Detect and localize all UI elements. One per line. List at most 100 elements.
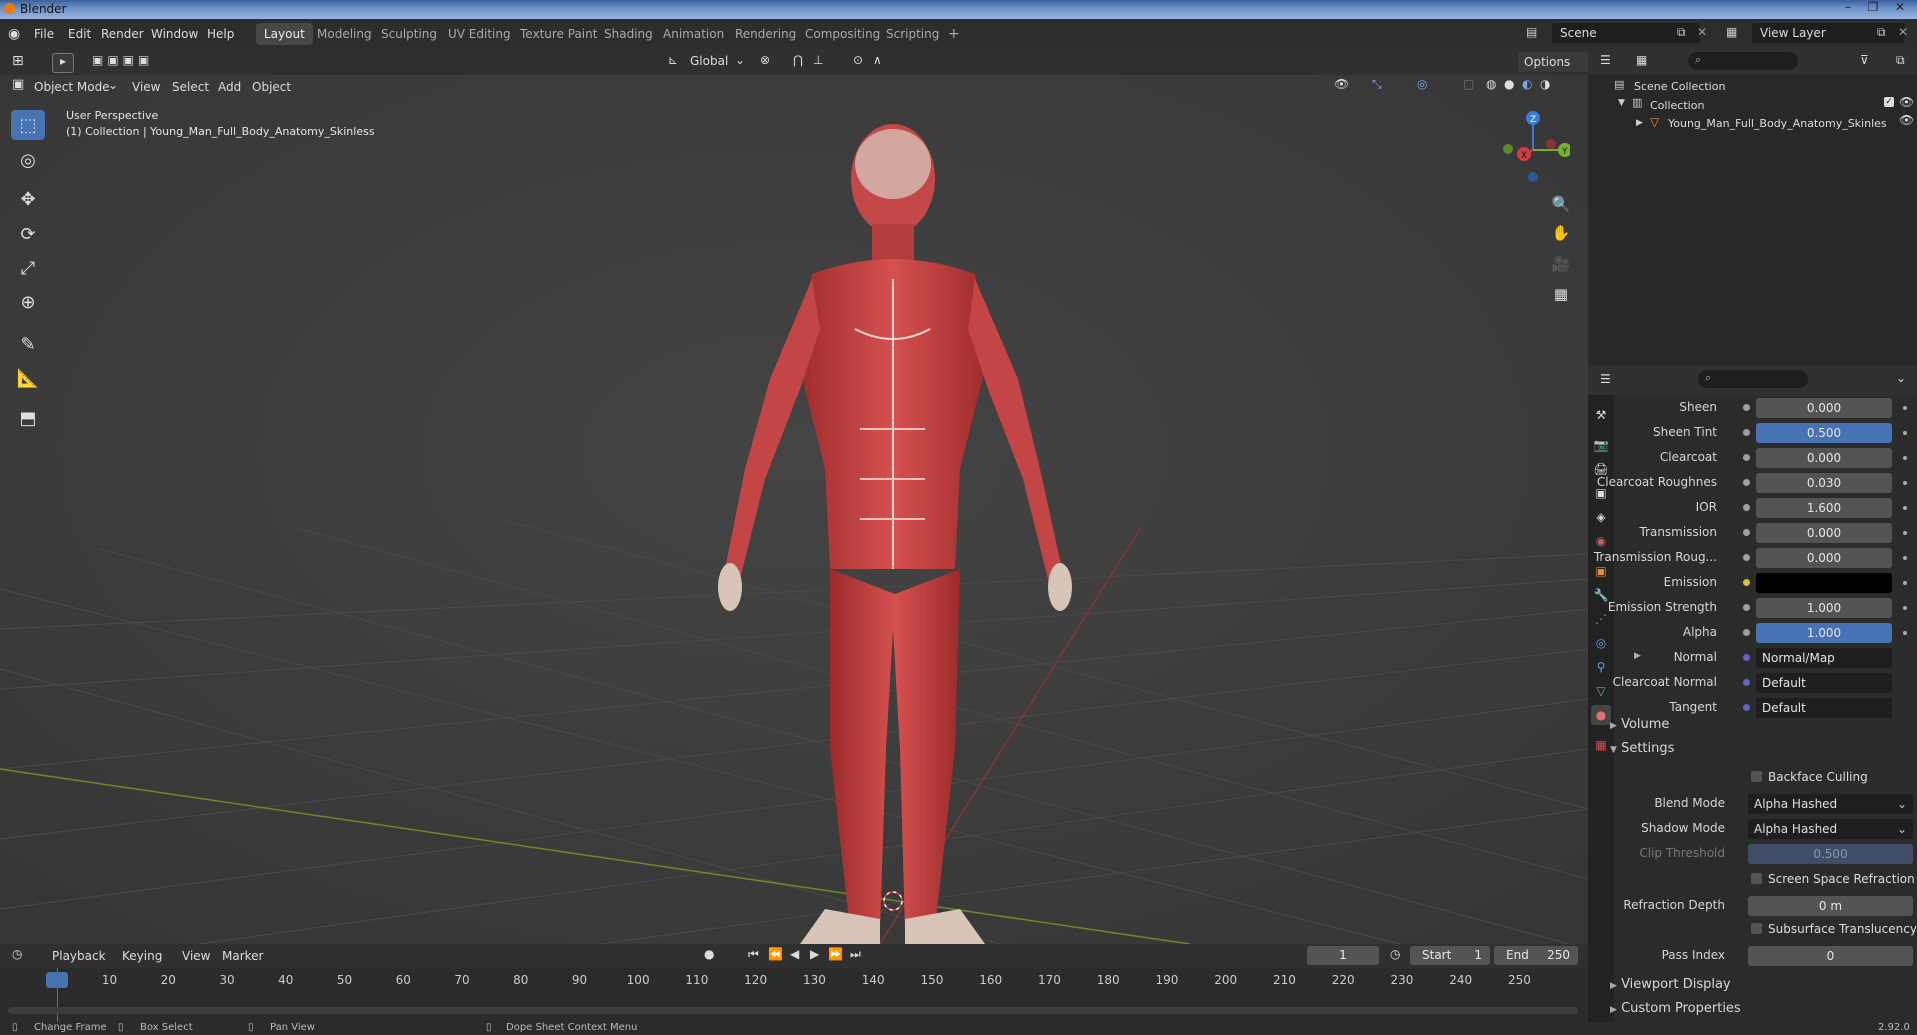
timeline-menu-view[interactable]: View	[182, 949, 210, 963]
tangent-link-field[interactable]: Default	[1756, 698, 1892, 718]
options-button[interactable]: Options	[1518, 52, 1588, 72]
display-mode-icon[interactable]: ▦	[1636, 53, 1647, 67]
viewport-menu-select[interactable]: Select	[172, 80, 209, 94]
properties-search-input[interactable]: ⌕	[1698, 370, 1808, 388]
emission-strength-socket-icon[interactable]	[1743, 604, 1750, 611]
clearcoat-keyframe-icon[interactable]	[1903, 456, 1907, 460]
expand-arrow-icon[interactable]: ▼	[1618, 98, 1625, 108]
normal-link-field[interactable]: Normal/Map	[1756, 648, 1892, 668]
emission-strength-field[interactable]: 1.000	[1756, 598, 1892, 618]
ior-socket-icon[interactable]	[1743, 504, 1750, 511]
sheen-tint-socket-icon[interactable]	[1743, 429, 1750, 436]
subsurface-translucency-checkbox[interactable]	[1751, 923, 1762, 934]
viewport-menu-object[interactable]: Object	[252, 80, 291, 94]
shadow-mode-dropdown[interactable]: Alpha Hashed ⌄	[1748, 819, 1913, 839]
world-tab-icon[interactable]: ◉	[1591, 531, 1611, 551]
transmission-roug-socket-icon[interactable]	[1743, 554, 1750, 561]
menu-help[interactable]: Help	[207, 27, 234, 41]
tab-scripting[interactable]: Scripting	[878, 23, 947, 45]
chevron-down-icon[interactable]: ⌄	[735, 53, 745, 67]
expand-arrow-icon[interactable]: ▶	[1636, 118, 1643, 128]
mode-dropdown[interactable]: Object Mode	[34, 80, 110, 94]
clearcoat-roughnes-field[interactable]: 0.030	[1756, 473, 1892, 493]
texture-tab-icon[interactable]: ▦	[1591, 735, 1611, 755]
volume-panel-header[interactable]: ▶ Volume	[1610, 717, 1669, 732]
timeline-track[interactable]: 1102030405060708090100110120130140150160…	[0, 968, 1588, 1022]
play-reverse-icon[interactable]: ◀	[790, 947, 799, 961]
custom-properties-panel-header[interactable]: ▶ Custom Properties	[1610, 1001, 1741, 1016]
tool-tab-icon[interactable]: ⚒	[1591, 405, 1611, 425]
tab-uv-editing[interactable]: UV Editing	[440, 23, 519, 45]
data-tab-icon[interactable]: ▽	[1591, 681, 1611, 701]
record-icon[interactable]: ●	[704, 947, 714, 961]
expand-arrow-icon[interactable]: ▶	[1634, 651, 1641, 661]
alpha-keyframe-icon[interactable]	[1903, 631, 1907, 635]
clearcoat-normal-link-field[interactable]: Default	[1756, 673, 1892, 693]
tab-shading[interactable]: Shading	[596, 23, 661, 45]
tab-rendering[interactable]: Rendering	[727, 23, 804, 45]
tab-animation[interactable]: Animation	[655, 23, 732, 45]
eye-icon[interactable]: 👁	[1899, 95, 1914, 109]
menu-file[interactable]: File	[34, 27, 54, 41]
overlay-icon[interactable]: ◎	[1417, 77, 1427, 91]
solid-shading-icon[interactable]: ●	[1504, 77, 1514, 91]
remove-scene-icon[interactable]: ✕	[1697, 25, 1707, 39]
menu-render[interactable]: Render	[101, 27, 144, 41]
3d-viewport[interactable]: ⊞ ▸ ▣▣▣▣ ⊾ Global ⌄ ⊗ ⋂ ⊥ ⊙ ∧ Options ▣ …	[0, 49, 1588, 944]
clearcoat-socket-icon[interactable]	[1743, 454, 1750, 461]
clearcoat-field[interactable]: 0.000	[1756, 448, 1892, 468]
properties-editor-icon[interactable]: ☰	[1600, 372, 1611, 386]
refraction-depth-field[interactable]: 0 m	[1748, 896, 1913, 916]
transmission-roug-keyframe-icon[interactable]	[1903, 556, 1907, 560]
render-tab-icon[interactable]: 📷	[1591, 435, 1611, 455]
orientation-icon[interactable]: ⊾	[668, 53, 678, 67]
clearcoat-normal-socket-icon[interactable]	[1743, 679, 1750, 686]
transmission-socket-icon[interactable]	[1743, 529, 1750, 536]
xray-icon[interactable]: ▢	[1463, 77, 1474, 91]
scene-icon[interactable]: ▤	[1526, 25, 1537, 39]
sheen-tint-keyframe-icon[interactable]	[1903, 431, 1907, 435]
pan-hand-icon[interactable]: ✋	[1549, 221, 1573, 245]
viewport-display-panel-header[interactable]: ▶ Viewport Display	[1610, 977, 1731, 992]
jump-start-icon[interactable]: ⏮	[748, 947, 759, 962]
ior-field[interactable]: 1.600	[1756, 498, 1892, 518]
viewport-menu-view[interactable]: View	[132, 80, 160, 94]
timeline-menu-playback[interactable]: Playback	[52, 949, 106, 963]
start-frame-field[interactable]: Start 1	[1410, 946, 1490, 965]
ortho-grid-icon[interactable]: ▦	[1549, 282, 1573, 306]
emission-keyframe-icon[interactable]	[1903, 581, 1907, 585]
timeline-scrollbar[interactable]	[8, 1007, 1578, 1014]
falloff-icon[interactable]: ∧	[873, 53, 882, 67]
view-layer-icon[interactable]: ▦	[1726, 25, 1737, 39]
pivot-icon[interactable]: ⊗	[760, 53, 770, 67]
physics-tab-icon[interactable]: ◎	[1591, 633, 1611, 653]
object-label[interactable]: Young_Man_Full_Body_Anatomy_Skinles	[1668, 117, 1887, 130]
material-shading-icon[interactable]: ◐	[1522, 77, 1532, 91]
transform-tool[interactable]: ⊕	[11, 287, 45, 317]
add-workspace-button[interactable]: +	[940, 23, 968, 45]
filter-icon[interactable]: ⊽	[1860, 53, 1869, 67]
alpha-socket-icon[interactable]	[1743, 629, 1750, 636]
jump-end-icon[interactable]: ⏭	[850, 947, 861, 962]
play-icon[interactable]: ▶	[810, 947, 819, 961]
current-frame-field[interactable]: 1	[1307, 946, 1379, 965]
object-tab-icon[interactable]: ▣	[1591, 561, 1611, 581]
scene-collection-label[interactable]: Scene Collection	[1634, 80, 1725, 93]
add-cube-tool[interactable]: ⬒	[11, 403, 45, 433]
settings-panel-header[interactable]: ▼ Settings	[1610, 741, 1674, 756]
end-frame-field[interactable]: End 250	[1494, 946, 1578, 965]
scale-tool[interactable]: ⤢	[11, 253, 45, 283]
camera-view-icon[interactable]: 🎥	[1549, 252, 1573, 276]
select-box-tool[interactable]: ⬚	[11, 110, 45, 140]
tab-layout[interactable]: Layout	[256, 23, 313, 45]
eye-icon[interactable]: 👁	[1899, 113, 1914, 127]
proportional-edit-icon[interactable]: ⊙	[853, 53, 863, 67]
select-mode-buttons[interactable]: ▣▣▣▣	[92, 53, 153, 67]
cursor-tool[interactable]: ◎	[11, 145, 45, 175]
new-scene-icon[interactable]: ⧉	[1677, 25, 1686, 40]
preview-range-icon[interactable]: ◷	[1390, 947, 1400, 961]
rotate-tool[interactable]: ⟳	[11, 219, 45, 249]
transmission-field[interactable]: 0.000	[1756, 523, 1892, 543]
outliner-search-input[interactable]: ⌕	[1688, 52, 1798, 70]
maximize-icon[interactable]: ❐	[1860, 0, 1886, 17]
